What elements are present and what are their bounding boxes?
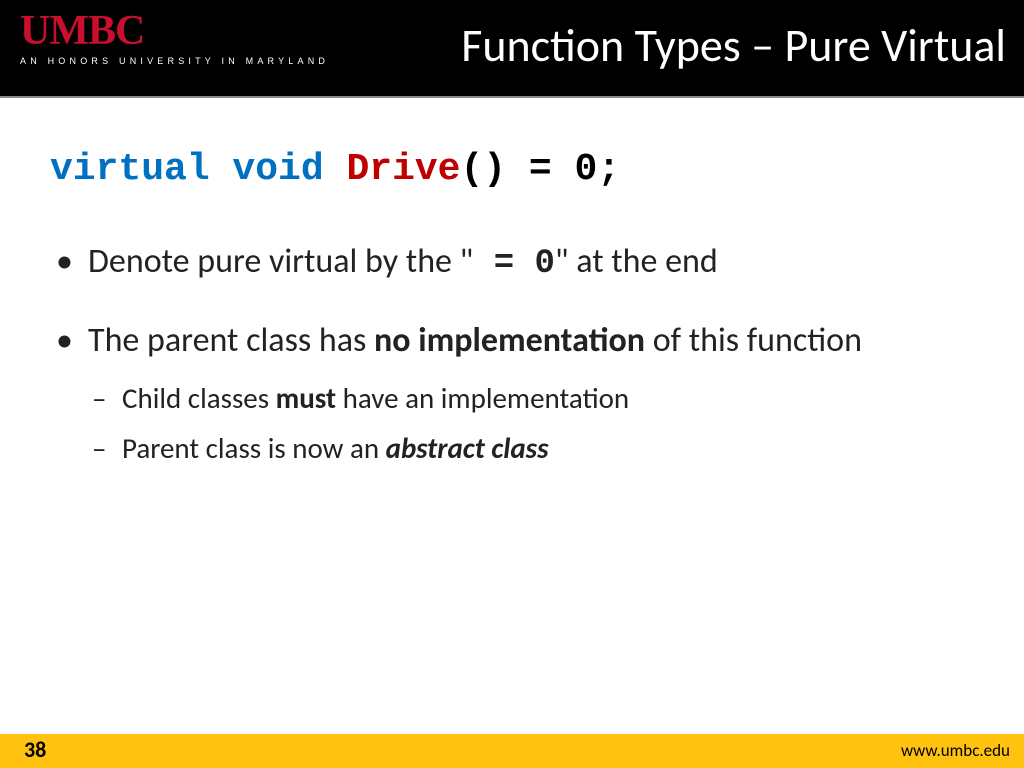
text: have an implementation: [336, 380, 629, 416]
code-keywords: virtual void: [50, 148, 324, 191]
bold-text: must: [276, 380, 336, 416]
header-bar: UMBC AN HONORS UNIVERSITY IN MARYLAND Fu…: [0, 0, 1024, 98]
slide-title: Function Types – Pure Virtual: [461, 18, 1006, 74]
logo-text: UMBC: [20, 10, 329, 52]
text: Denote pure virtual by the ": [88, 241, 473, 282]
sub-bullet-list: Child classes must have an implementatio…: [88, 380, 974, 467]
bullet-item: The parent class has no implementation o…: [50, 320, 974, 468]
bold-italic-text: abstract class: [386, 430, 549, 466]
code-function-name: Drive: [346, 148, 460, 191]
text: The parent class has: [88, 320, 374, 361]
footer-url: www.umbc.edu: [901, 740, 1010, 761]
slide: UMBC AN HONORS UNIVERSITY IN MARYLAND Fu…: [0, 0, 1024, 768]
sub-bullet-item: Child classes must have an implementatio…: [88, 380, 974, 418]
code-declaration: virtual void Drive() = 0;: [50, 148, 974, 191]
sub-bullet-item: Parent class is now an abstract class: [88, 430, 974, 468]
text: " at the end: [555, 241, 718, 282]
text: Child classes: [122, 380, 276, 416]
slide-body: virtual void Drive() = 0; Denote pure vi…: [0, 98, 1024, 467]
logo-tagline: AN HONORS UNIVERSITY IN MARYLAND: [20, 56, 329, 66]
bullet-item: Denote pure virtual by the " = 0" at the…: [50, 241, 974, 286]
text: of this function: [645, 320, 862, 361]
page-number: 38: [24, 736, 46, 763]
code-tail: () = 0;: [461, 148, 621, 191]
logo-block: UMBC AN HONORS UNIVERSITY IN MARYLAND: [20, 10, 329, 66]
inline-code: = 0: [473, 245, 555, 283]
text: Parent class is now an: [122, 430, 386, 466]
footer-bar: 38 www.umbc.edu: [0, 734, 1024, 768]
bullet-list: Denote pure virtual by the " = 0" at the…: [50, 241, 974, 467]
bold-text: no implementation: [374, 320, 645, 361]
